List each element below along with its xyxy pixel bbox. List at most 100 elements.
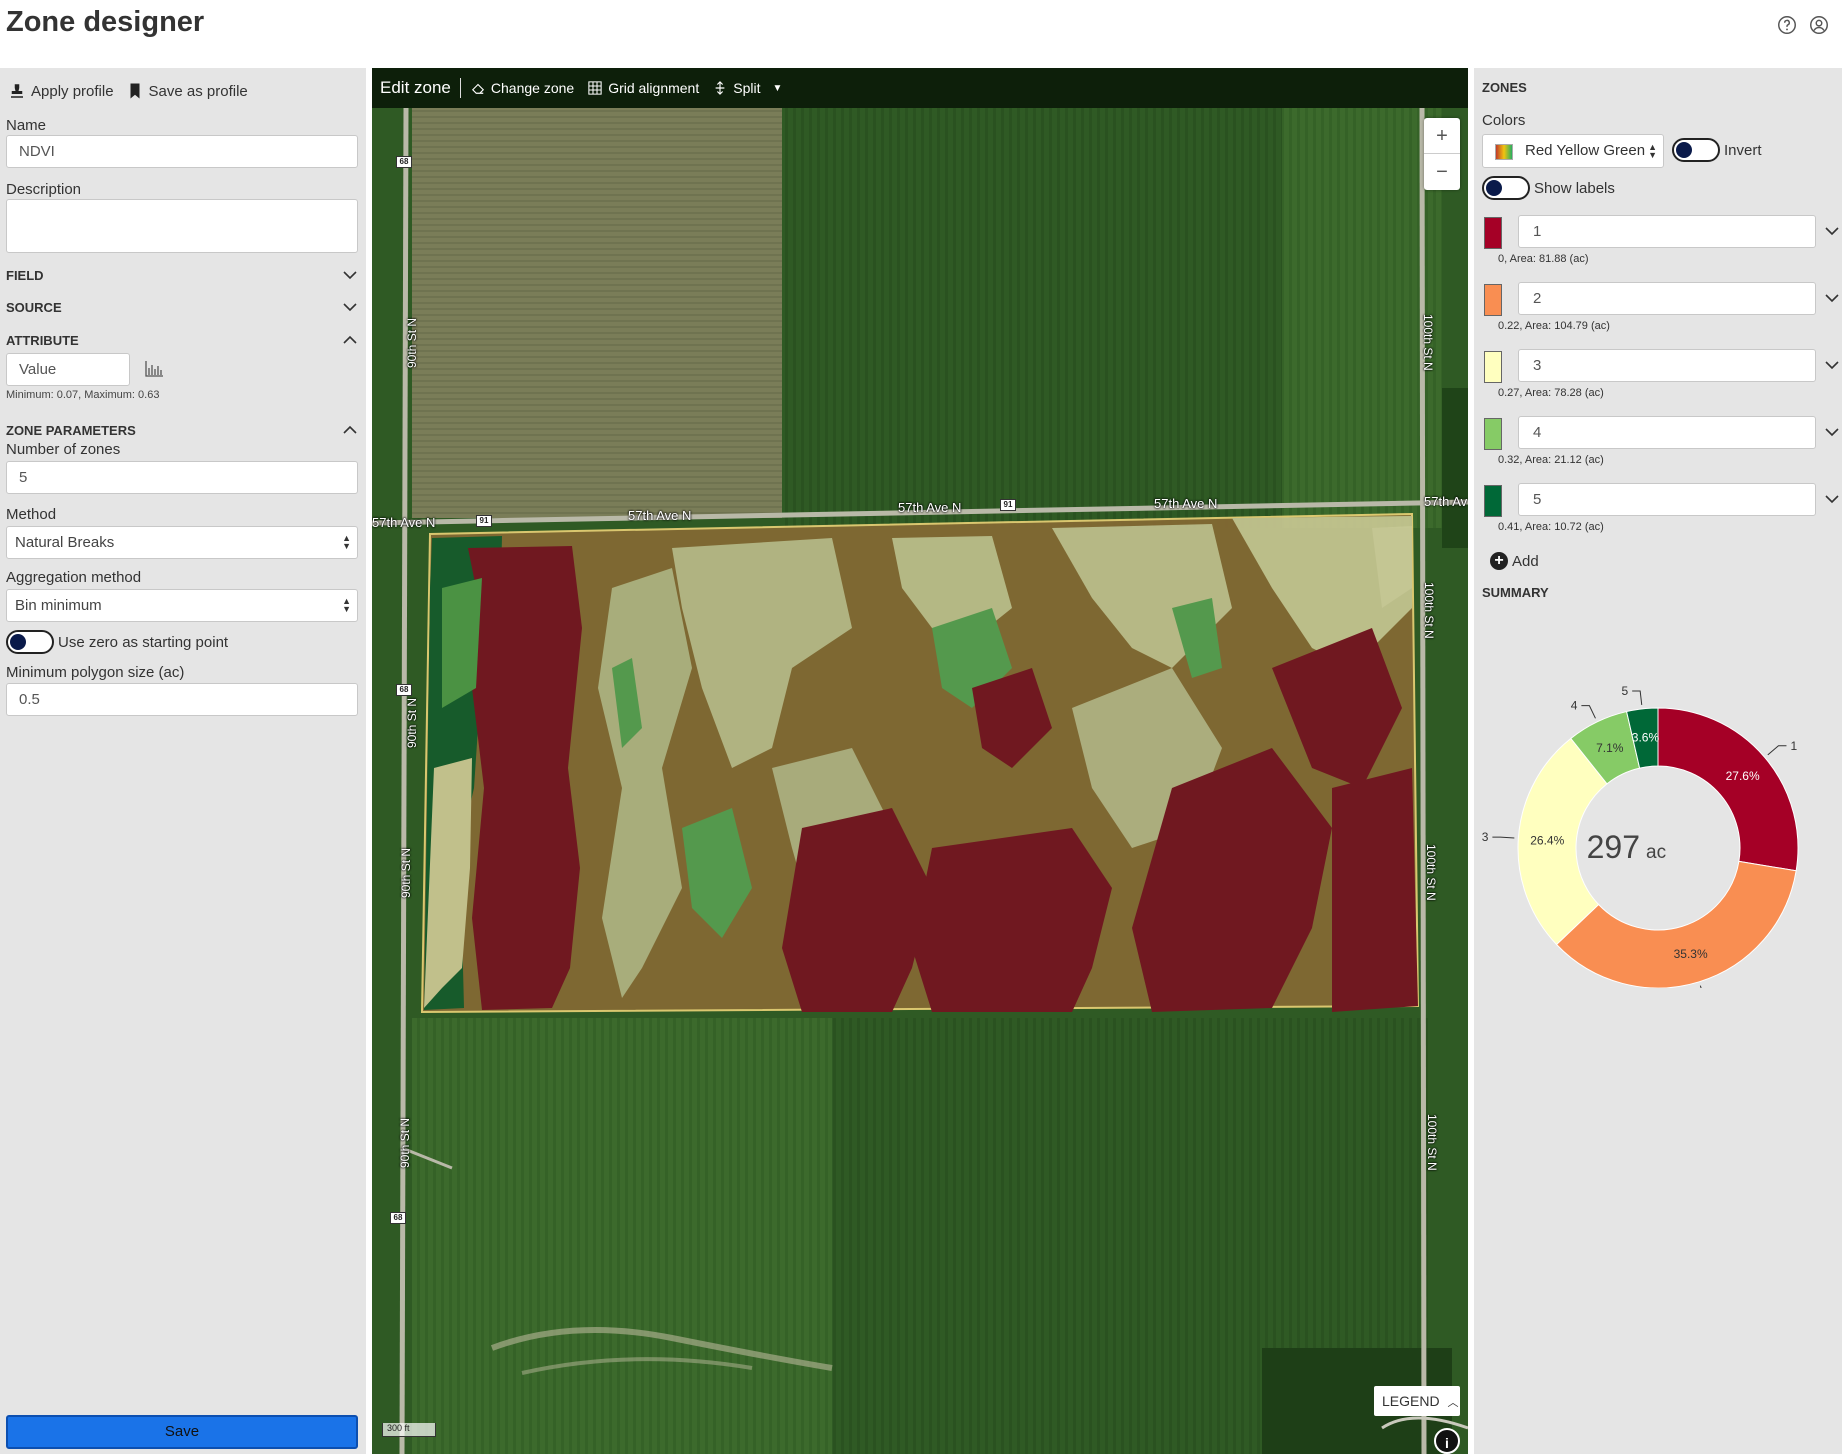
change-zone-button[interactable]: Change zone xyxy=(471,80,574,96)
account-circle-icon[interactable] xyxy=(1808,14,1830,36)
plus-icon: + xyxy=(1490,552,1508,570)
section-source-label: SOURCE xyxy=(6,299,62,315)
map-view[interactable]: 57th Ave N 57th Ave N 57th Ave N 57th Av… xyxy=(372,68,1468,1454)
road-label: 57th Av xyxy=(1424,494,1468,509)
chevron-down-icon[interactable] xyxy=(1824,290,1840,306)
section-field-label: FIELD xyxy=(6,267,44,283)
zone-color-swatch[interactable] xyxy=(1484,418,1502,450)
zone-name-input[interactable]: 2 xyxy=(1518,282,1816,315)
grid-alignment-label: Grid alignment xyxy=(608,80,700,96)
app-header: Zone designer xyxy=(0,0,1842,68)
aggregation-label: Aggregation method xyxy=(6,569,142,586)
method-select[interactable]: Natural Breaks ▲ ▼ xyxy=(6,526,358,559)
section-attribute[interactable]: ATTRIBUTE xyxy=(6,332,358,348)
split-button[interactable]: Split ▼ xyxy=(713,80,782,96)
eraser-icon xyxy=(471,83,484,94)
min-polygon-label: Minimum polygon size (ac) xyxy=(6,664,185,681)
palette-value: Red Yellow Green xyxy=(1525,142,1646,159)
route-shield: 68 xyxy=(390,1212,406,1224)
zone-name-input[interactable]: 5 xyxy=(1518,483,1816,516)
zone-info: 0.27, Area: 78.28 (ac) xyxy=(1498,387,1604,399)
name-input[interactable]: NDVI xyxy=(6,135,358,168)
section-source[interactable]: SOURCE xyxy=(6,299,358,315)
donut-leader-line xyxy=(1632,690,1643,705)
chevron-down-icon[interactable] xyxy=(1824,491,1840,507)
show-labels-toggle[interactable] xyxy=(1482,176,1530,200)
zone-info: 0.22, Area: 104.79 (ac) xyxy=(1498,320,1610,332)
scale-bar: 300 ft xyxy=(382,1423,436,1437)
road-label: 57th Ave N xyxy=(898,500,962,515)
description-textarea[interactable] xyxy=(6,199,358,253)
invert-toggle[interactable] xyxy=(1672,138,1720,162)
zone-row: 2 0.22, Area: 104.79 (ac) xyxy=(1482,282,1840,344)
donut-leader-line xyxy=(1492,836,1515,839)
summary-title: SUMMARY xyxy=(1482,585,1549,600)
toggle-knob xyxy=(10,634,26,650)
left-panel: Apply profile Save as profile Name NDVI … xyxy=(0,68,366,1454)
zoom-in-button[interactable]: + xyxy=(1424,118,1460,154)
bookmark-icon xyxy=(130,83,140,99)
add-zone-button[interactable]: + Add xyxy=(1490,552,1539,570)
info-button[interactable]: i xyxy=(1434,1428,1460,1454)
num-zones-label: Number of zones xyxy=(6,441,121,458)
road-label: 100th St N xyxy=(1425,1114,1439,1171)
name-label: Name xyxy=(6,117,47,134)
profile-bar: Apply profile Save as profile xyxy=(8,82,248,100)
chevron-down-icon[interactable] xyxy=(1824,223,1840,239)
grid-icon xyxy=(588,81,602,95)
chevron-up-icon xyxy=(343,425,357,434)
zero-start-toggle[interactable] xyxy=(6,630,54,654)
attribute-select[interactable]: Value xyxy=(6,353,130,386)
aggregation-select[interactable]: Bin minimum ▲ ▼ xyxy=(6,589,358,622)
donut-slice-1[interactable] xyxy=(1657,707,1799,872)
histogram-icon[interactable] xyxy=(144,360,164,378)
palette-select[interactable]: Red Yellow Green ▲ ▼ xyxy=(1482,134,1664,168)
total-value: 297 xyxy=(1587,829,1640,865)
zero-start-label: Use zero as starting point xyxy=(58,634,229,651)
zone-name-input[interactable]: 4 xyxy=(1518,416,1816,449)
route-shield: 91 xyxy=(476,515,492,527)
num-zones-input[interactable]: 5 xyxy=(6,461,358,494)
zone-color-swatch[interactable] xyxy=(1484,351,1502,383)
right-panel: ZONES Colors Red Yellow Green ▲ ▼ Invert … xyxy=(1474,68,1842,1454)
donut-slice-percent: 26.4% xyxy=(1530,833,1564,847)
zone-info: 0.32, Area: 21.12 (ac) xyxy=(1498,454,1604,466)
donut-slice-2[interactable] xyxy=(1555,860,1797,988)
road-label: 90th St N xyxy=(398,1117,412,1168)
palette-swatch-icon xyxy=(1495,144,1513,160)
zone-color-swatch[interactable] xyxy=(1484,485,1502,517)
donut-leader-line xyxy=(1767,745,1787,756)
zone-color-swatch[interactable] xyxy=(1484,284,1502,316)
donut-category-label: 4 xyxy=(1571,699,1578,713)
section-zone-parameters[interactable]: ZONE PARAMETERS xyxy=(6,422,358,438)
change-zone-label: Change zone xyxy=(490,80,575,96)
chevron-down-icon xyxy=(343,271,357,280)
chevron-down-icon[interactable] xyxy=(1824,424,1840,440)
chevron-down-icon xyxy=(343,303,357,312)
save-button[interactable]: Save xyxy=(6,1415,358,1449)
zone-info: 0.41, Area: 10.72 (ac) xyxy=(1498,521,1604,533)
chevron-up-icon xyxy=(343,335,357,344)
legend-button[interactable]: LEGEND ︿ xyxy=(1374,1386,1460,1416)
attribute-range: Minimum: 0.07, Maximum: 0.63 xyxy=(6,389,160,401)
zone-color-swatch[interactable] xyxy=(1484,217,1502,249)
section-field[interactable]: FIELD xyxy=(6,267,358,283)
zones-title: ZONES xyxy=(1482,80,1527,95)
save-as-profile-button[interactable]: Save as profile xyxy=(126,82,248,100)
zone-name-input[interactable]: 1 xyxy=(1518,215,1816,248)
zoom-out-button[interactable]: − xyxy=(1424,154,1460,190)
show-labels-label: Show labels xyxy=(1534,180,1615,197)
min-polygon-input[interactable]: 0.5 xyxy=(6,683,358,716)
chevron-up-icon: ︿ xyxy=(1447,1397,1459,1409)
chevron-down-icon[interactable] xyxy=(1824,357,1840,373)
grid-alignment-button[interactable]: Grid alignment xyxy=(588,80,699,96)
description-label: Description xyxy=(6,181,82,198)
road-label: 100th St N xyxy=(1422,582,1436,639)
summary-donut-chart: 297 ac 27.6%135.3%226.4%37.1%43.6%5 xyxy=(1482,684,1799,988)
zone-name-input[interactable]: 3 xyxy=(1518,349,1816,382)
help-circle-icon[interactable] xyxy=(1776,14,1798,36)
select-arrows-icon: ▲ ▼ xyxy=(1648,142,1657,160)
invert-label: Invert xyxy=(1724,142,1762,159)
route-shield: 91 xyxy=(1000,499,1016,511)
apply-profile-button[interactable]: Apply profile xyxy=(8,82,114,100)
